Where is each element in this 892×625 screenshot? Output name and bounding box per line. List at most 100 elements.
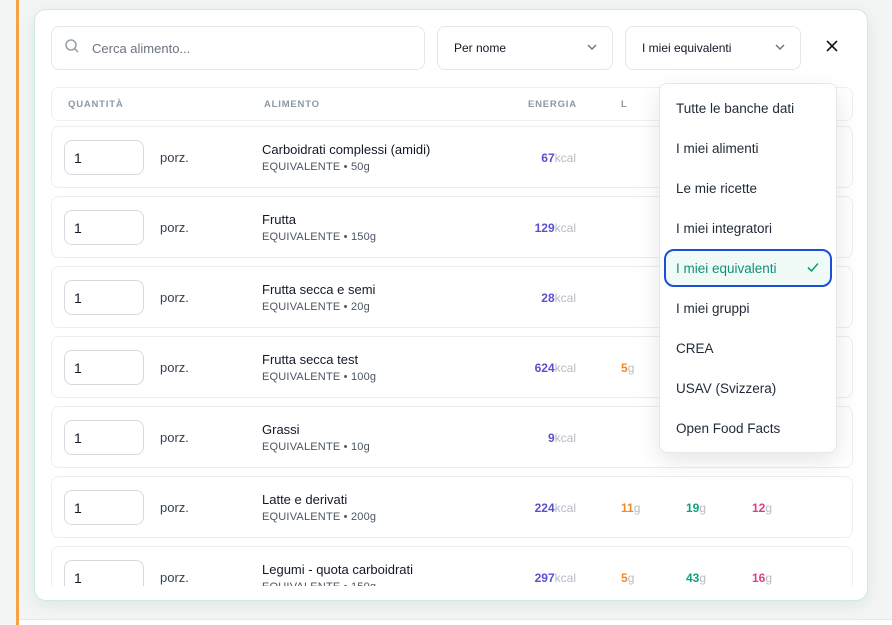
dropdown-option-label: Tutte le banche dati (676, 100, 795, 116)
column-quantity: QUANTITÀ (68, 99, 124, 110)
search-icon (64, 38, 80, 59)
food-subtitle: EQUIVALENTE • 200g (262, 511, 377, 523)
close-icon (826, 39, 838, 57)
dropdown-option-label: I miei gruppi (676, 300, 750, 316)
energy-unit: kcal (554, 151, 576, 165)
table-row[interactable]: 1 porz. Latte e derivati EQUIVALENTE • 200g… (51, 476, 853, 538)
food-name: Latte e derivati (262, 492, 348, 507)
quantity-value: 1 (74, 219, 82, 236)
food-subtitle: EQUIVALENTE • 20g (262, 301, 370, 313)
energy-value: 9kcal (548, 431, 576, 445)
fat-number: 12 (752, 501, 766, 515)
dropdown-option[interactable]: CREA (664, 329, 832, 367)
dropdown-option[interactable]: I miei gruppi (664, 289, 832, 327)
carbs-number: 5 (621, 361, 628, 375)
sort-select[interactable]: Per nome (437, 26, 613, 70)
energy-unit: kcal (554, 361, 576, 375)
energy-unit: kcal (554, 501, 576, 515)
energy-value: 28kcal (541, 291, 576, 305)
dropdown-option-label: CREA (676, 340, 714, 356)
dropdown-option-label: I miei alimenti (676, 140, 759, 156)
quantity-value: 1 (74, 569, 82, 586)
dropdown-option[interactable]: I miei equivalenti (664, 249, 832, 287)
dropdown-option-label: USAV (Svizzera) (676, 380, 777, 396)
protein-unit: g (699, 501, 707, 515)
dropdown-option[interactable]: Le mie ricette (664, 169, 832, 207)
food-name: Frutta (262, 212, 296, 227)
food-subtitle: EQUIVALENTE • 50g (262, 161, 370, 173)
quantity-input[interactable]: 1 (64, 210, 144, 245)
quantity-input[interactable]: 1 (64, 420, 144, 455)
quantity-input[interactable]: 1 (64, 490, 144, 525)
close-button[interactable] (822, 38, 842, 58)
fat-value: 12g (752, 501, 772, 515)
protein-number: 19 (686, 501, 700, 515)
food-subtitle: EQUIVALENTE • 10g (262, 441, 370, 453)
energy-value: 129kcal (535, 221, 576, 235)
quantity-input[interactable]: 1 (64, 140, 144, 175)
unit-label: porz. (160, 360, 189, 375)
food-search-panel: Per nome I miei equivalenti QUANTITÀ ALI… (34, 9, 868, 601)
fat-number: 16 (752, 571, 766, 585)
food-name: Grassi (262, 422, 300, 437)
dropdown-option[interactable]: Open Food Facts (664, 409, 832, 447)
energy-number: 224 (534, 501, 555, 515)
database-select[interactable]: I miei equivalenti (625, 26, 801, 70)
dropdown-option[interactable]: I miei integratori (664, 209, 832, 247)
energy-number: 297 (534, 571, 555, 585)
carbs-number: 11 (621, 501, 634, 515)
protein-unit: g (699, 571, 707, 585)
search-box[interactable] (51, 26, 425, 70)
quantity-value: 1 (74, 429, 82, 446)
quantity-value: 1 (74, 289, 82, 306)
unit-label: porz. (160, 570, 189, 585)
quantity-input[interactable]: 1 (64, 350, 144, 385)
check-icon (806, 260, 820, 277)
energy-number: 624 (534, 361, 555, 375)
quantity-value: 1 (74, 149, 82, 166)
quantity-input[interactable]: 1 (64, 280, 144, 315)
left-accent-bar (16, 0, 19, 625)
food-name: Carboidrati complessi (amidi) (262, 142, 431, 157)
column-carbs: L (621, 99, 628, 110)
unit-label: porz. (160, 220, 189, 235)
protein-value: 19g (686, 501, 706, 515)
quantity-input[interactable]: 1 (64, 560, 144, 586)
table-row[interactable]: 1 porz. Legumi - quota carboidrati EQUIVALE… (51, 546, 853, 586)
unit-label: porz. (160, 290, 189, 305)
unit-label: porz. (160, 150, 189, 165)
energy-unit: kcal (554, 291, 576, 305)
chevron-down-icon (586, 41, 598, 56)
carbs-number: 5 (621, 571, 628, 585)
carbs-value: 11g (621, 501, 640, 515)
dropdown-option-label: Le mie ricette (676, 180, 758, 196)
fat-value: 16g (752, 571, 772, 585)
dropdown-option[interactable]: USAV (Svizzera) (664, 369, 832, 407)
energy-number: 28 (541, 291, 555, 305)
food-name: Legumi - quota carboidrati (262, 562, 414, 577)
energy-value: 297kcal (535, 571, 576, 585)
energy-number: 67 (541, 151, 555, 165)
dropdown-option-label: I miei equivalenti (676, 260, 777, 276)
food-name: Frutta secca test (262, 352, 359, 367)
unit-label: porz. (160, 500, 189, 515)
column-food: ALIMENTO (264, 99, 320, 110)
dropdown-option-label: I miei integratori (676, 220, 773, 236)
chevron-down-icon (774, 41, 786, 56)
dropdown-option[interactable]: I miei alimenti (664, 129, 832, 167)
carbs-unit: g (627, 361, 635, 375)
carbs-value: 5g (621, 571, 634, 585)
protein-value: 43g (686, 571, 706, 585)
dropdown-option[interactable]: Tutte le banche dati (664, 89, 832, 127)
column-energy: ENERGIA (528, 99, 577, 110)
food-subtitle: EQUIVALENTE • 150g (262, 581, 376, 586)
unit-label: porz. (160, 430, 189, 445)
carbs-unit: g (633, 501, 641, 515)
energy-unit: kcal (554, 571, 576, 585)
database-select-value: I miei equivalenti (642, 41, 732, 55)
energy-value: 624kcal (535, 361, 576, 375)
search-input[interactable] (92, 40, 412, 56)
sort-select-value: Per nome (454, 41, 507, 55)
food-subtitle: EQUIVALENTE • 100g (262, 371, 377, 383)
food-name: Frutta secca e semi (262, 282, 376, 297)
